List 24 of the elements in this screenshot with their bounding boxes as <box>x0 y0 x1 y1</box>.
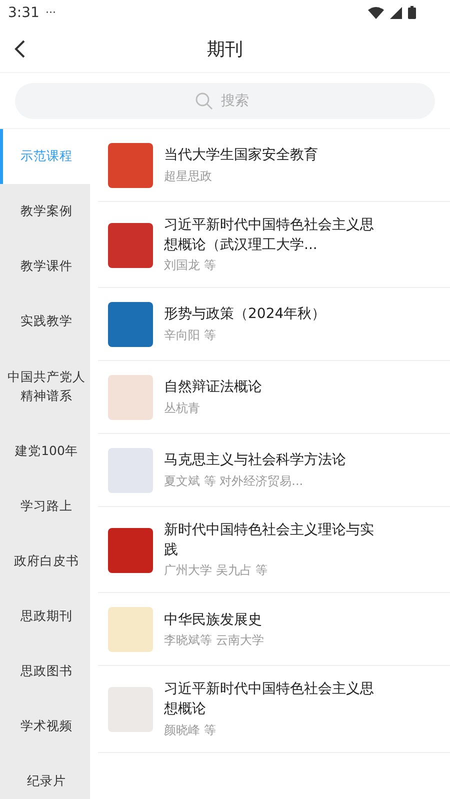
book-author: 辛向阳 等 <box>164 326 217 344</box>
book-title[interactable]: 马克思主义与社会科学方法论 <box>164 451 376 471</box>
search-field[interactable]: 搜索 <box>221 93 255 109</box>
book-author: 广州大学 吴九占 等 <box>164 562 269 580</box>
book-title[interactable]: 中华民族发展史 <box>164 610 376 630</box>
book-title[interactable]: 当代大学生国家安全教育 <box>164 146 376 166</box>
book-author: 颜晓峰 等 <box>164 722 217 739</box>
book-author: 丛杭青 <box>164 400 201 417</box>
book-title[interactable]: 形势与政策（2024年秋） <box>164 305 376 325</box>
book-author: 夏文斌 等 对外经济贸易... <box>164 472 304 490</box>
book-title[interactable]: 习近平新时代中国特色社会主义思想概论 <box>164 680 376 720</box>
status-time: 3:31 <box>8 4 40 20</box>
page-title: 期刊 <box>207 38 243 60</box>
notification-dots: ··· <box>45 6 56 19</box>
search-icon <box>195 92 213 110</box>
battery-icon <box>408 6 416 19</box>
wifi-icon <box>368 6 384 18</box>
signal-icon <box>390 6 402 18</box>
book-author: 李晓斌等 云南大学 <box>164 632 265 650</box>
book-title[interactable]: 新时代中国特色社会主义理论与实践 <box>164 521 376 560</box>
book-title[interactable]: 自然辩证法概论 <box>164 378 376 398</box>
book-title[interactable]: 习近平新时代中国特色社会主义思想概论（武汉理工大学... <box>164 216 376 256</box>
book-author: 超星思政 <box>164 168 213 185</box>
book-author: 刘国龙 等 <box>164 257 217 274</box>
